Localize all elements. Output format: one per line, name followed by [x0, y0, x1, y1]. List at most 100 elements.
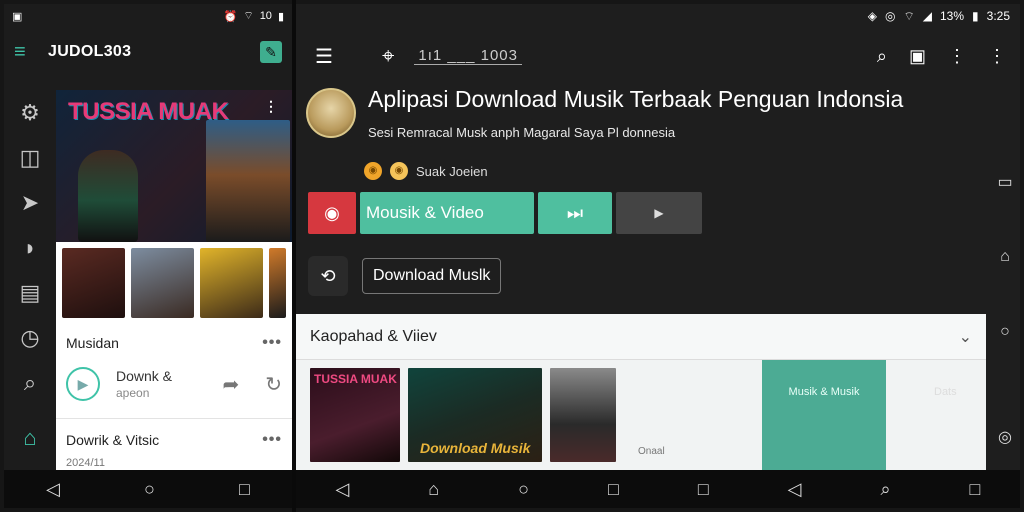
app-title: JUDOL303 — [48, 43, 132, 60]
recents-icon[interactable]: □ — [608, 479, 619, 500]
overflow-menu-icon[interactable]: ⋮ — [988, 46, 1006, 67]
battery-icon: ▮ — [972, 9, 979, 23]
author-name: Suak Joeien — [416, 163, 488, 179]
sync-icon[interactable]: ⟲ — [308, 256, 348, 296]
screenshot-root: ▣ ⏰ ⌔ 10 ▮ ≡ JUDOL303 ✎ ⚙ ◫ ➤ ◗ ▤ ◷ ⌕ ⌂ … — [0, 0, 1024, 512]
send-icon[interactable]: ➤ — [4, 180, 56, 225]
page-subtitle: Sesi Remracal Musk anph Magaral Saya Pl … — [368, 125, 676, 140]
signal-icon: ◢ — [922, 9, 932, 23]
music-card: Musidan ••• ▶ Downk & apeon ➦ ↻ — [56, 324, 292, 419]
gear-icon[interactable]: ⚙ — [4, 90, 56, 135]
play-icon: ▶ — [654, 206, 664, 220]
back-icon[interactable]: ◁ — [788, 479, 802, 500]
wifi-icon: ⌔ — [903, 8, 915, 23]
card-icon[interactable]: ▤ — [4, 270, 56, 315]
history-icon[interactable]: ◷ — [4, 315, 56, 360]
artist-avatar[interactable] — [306, 88, 356, 138]
hero-guitarist-image — [78, 150, 138, 242]
right-app-bar: ☰ ⌖ 1ı1 ___ 1003 ⌕ ▣ ⋮ ⋮ — [296, 32, 1020, 80]
thumbnail[interactable] — [268, 248, 286, 318]
notification-icon: ◎ — [885, 9, 896, 23]
second-card[interactable]: Dowrik & Vitsic ••• 2024/11 — [56, 419, 292, 470]
share-icon[interactable]: ➦ — [222, 372, 239, 397]
section-label: Kaopahad & Viiev — [310, 327, 437, 345]
search-icon[interactable]: ⌕ — [877, 46, 887, 67]
back-icon[interactable]: ◁ — [335, 479, 349, 500]
music-video-button[interactable]: Mousik & Video — [360, 192, 534, 234]
hero-title: TUSSIA MUAK — [68, 98, 229, 125]
home-outline-icon[interactable]: ⌂ — [428, 479, 439, 500]
play-button-icon[interactable]: ▶ — [66, 367, 100, 401]
more-options-icon[interactable]: ⋮ — [264, 98, 278, 115]
window-icon[interactable]: ▭ — [997, 144, 1012, 219]
album-cover[interactable] — [550, 368, 616, 462]
more-vertical-icon[interactable]: ⋮ — [948, 46, 966, 67]
chevron-down-icon[interactable]: ⌄ — [959, 327, 972, 347]
media-section: Kaopahad & Viiev ⌄ TUSSIA MUAK Download … — [296, 314, 986, 474]
headset-icon[interactable]: ◎ — [998, 399, 1012, 474]
more-horizontal-icon[interactable]: ••• — [262, 431, 282, 449]
left-nav-bar: ◁ ○ □ — [4, 470, 292, 508]
back-icon[interactable]: ◁ — [46, 479, 60, 500]
thumbnail[interactable] — [130, 248, 194, 318]
more-horizontal-icon[interactable]: ••• — [262, 334, 282, 352]
hero-banner[interactable]: TUSSIA MUAK ⋮ — [56, 90, 292, 242]
small-label: Onaal — [638, 446, 665, 457]
recents-icon[interactable]: □ — [239, 479, 250, 500]
section-body: TUSSIA MUAK Download Musik Onaal Musik &… — [296, 360, 986, 474]
home-outline-icon[interactable]: ⌂ — [1000, 219, 1010, 294]
tab-title[interactable]: 1ı1 ___ 1003 — [414, 47, 522, 65]
home-circle-icon[interactable]: ○ — [518, 479, 529, 500]
home-circle-icon[interactable]: ○ — [144, 479, 155, 500]
play-small-button[interactable]: ▶ — [616, 192, 702, 234]
thumbnail-row — [56, 242, 292, 324]
skip-button[interactable]: ⏭ — [538, 192, 612, 234]
album-title: TUSSIA MUAK — [314, 372, 397, 386]
second-card-date: 2024/11 — [66, 457, 105, 469]
refresh-icon[interactable]: ↻ — [265, 372, 282, 397]
chat-button[interactable]: ◉ — [308, 192, 356, 234]
section-header[interactable]: Kaopahad & Viiev ⌄ — [296, 314, 986, 360]
home-icon[interactable]: ⌂ — [4, 415, 56, 460]
coin-badge-icon: ◉ — [390, 162, 408, 180]
thumbnail[interactable] — [62, 248, 125, 318]
chat-icon: ◉ — [324, 202, 340, 223]
search-icon[interactable]: ⌕ — [4, 360, 56, 405]
player-row: ▶ Downk & apeon ➦ ↻ — [66, 358, 282, 410]
album-title: Download Musik — [420, 440, 531, 456]
bookmark-icon[interactable]: ◫ — [4, 135, 56, 180]
second-card-label: Dowrik & Vitsic — [66, 432, 160, 448]
album-cover[interactable]: Download Musik — [408, 368, 542, 462]
album-cover[interactable]: TUSSIA MUAK — [310, 368, 400, 462]
play-icon[interactable]: ◗ — [4, 225, 56, 270]
wifi-icon: ⌔ — [243, 10, 254, 22]
action-button-row: ◉ Mousik & Video ⏭ ▶ — [308, 192, 702, 234]
music-card-label: Musidan — [66, 335, 119, 351]
recents-icon[interactable]: □ — [970, 479, 981, 500]
track-subtitle: apeon — [116, 386, 150, 400]
recents-icon[interactable]: □ — [698, 479, 709, 500]
page-title: Aplipasi Download Musik Terbaak Penguan … — [368, 86, 904, 112]
author-row: ◉ ◉ Suak Joeien — [364, 162, 488, 180]
left-status-bar: ▣ ⏰ ⌔ 10 ▮ — [4, 4, 292, 28]
download-button[interactable]: Download Muslk — [362, 258, 502, 294]
image-icon: ▣ — [12, 10, 23, 23]
edit-icon[interactable]: ✎ — [260, 41, 282, 63]
menu-logo-icon[interactable]: ≡ — [14, 41, 36, 63]
thumbnail[interactable] — [199, 248, 263, 318]
skip-next-icon: ⏭ — [566, 202, 584, 223]
circle-icon[interactable]: ○ — [1000, 294, 1010, 369]
battery-icon: ▮ — [277, 10, 284, 23]
side-text: Dats — [934, 386, 957, 398]
teal-card[interactable]: Musik & Musik — [762, 360, 886, 474]
hamburger-menu-icon[interactable]: ☰ — [310, 44, 338, 69]
cast-icon[interactable]: ▣ — [909, 46, 926, 67]
location-pin-icon[interactable]: ⌖ — [382, 43, 394, 69]
alarm-icon: ⏰ — [223, 10, 238, 23]
search-icon[interactable]: ⌕ — [880, 479, 890, 500]
download-row: ⟲ Download Muslk — [308, 256, 502, 296]
right-nav-bar: ◁ ⌂ ○ □ □ ◁ ⌕ □ — [296, 470, 1020, 508]
vibrate-icon: ◈ — [867, 9, 877, 23]
right-phone: ◈ ◎ ⌔ ◢ 13% ▮ 3:25 ☰ ⌖ 1ı1 ___ 1003 ⌕ ▣ … — [296, 4, 1020, 508]
track-title: Downk & — [116, 368, 173, 384]
